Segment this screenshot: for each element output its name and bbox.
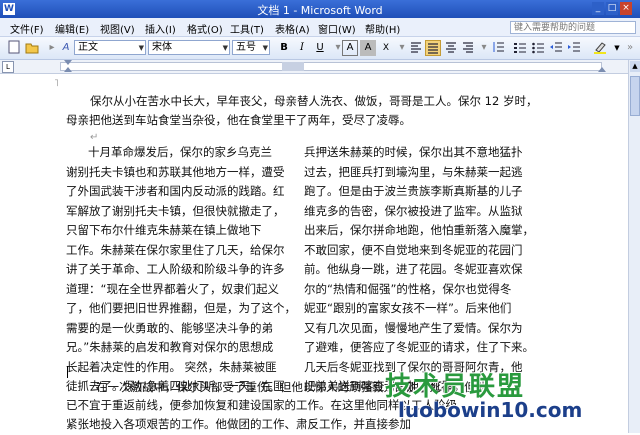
- ruler-scale: [60, 62, 602, 71]
- intro-line-2: 母亲把他送到车站食堂当杂役，他在食堂里干了两年，受尽了凌辱。: [66, 113, 411, 127]
- numbering-icon[interactable]: [512, 40, 528, 56]
- col1-line: 讲了关于革命、工人阶级和阶级斗争的许多: [66, 262, 285, 276]
- chevron-down-icon: ▼: [222, 44, 228, 52]
- document-page[interactable]: ˥ 保尔从小在苦水中长大，早年丧父，母亲替人洗衣、做饭，哥哥是工人。保尔 12 …: [0, 74, 628, 433]
- help-search-input[interactable]: 键入需要帮助的问题: [510, 21, 636, 34]
- col2-line: 又有几次见面，慢慢地产生了爱情。保尔为: [304, 320, 523, 335]
- menu-edit[interactable]: 编辑(E): [55, 21, 89, 36]
- character-scale-button[interactable]: X: [378, 40, 394, 56]
- vertical-scrollbar[interactable]: ▲: [628, 60, 640, 433]
- bold-button[interactable]: B: [276, 40, 292, 56]
- menu-window[interactable]: 窗口(W): [318, 21, 356, 36]
- line-spacing-icon[interactable]: [490, 40, 506, 56]
- chevron-down-icon: ▼: [138, 44, 144, 52]
- margin-mark: ˥: [54, 78, 59, 89]
- close-button[interactable]: ×: [620, 2, 632, 15]
- col1-line: 长起着决定性的作用。 突然，朱赫莱被匪: [66, 359, 277, 374]
- col1-line: 谢别托夫卡镇也和苏联其他地方一样，遭受: [66, 164, 285, 179]
- menu-insert[interactable]: 插入(I): [145, 21, 176, 36]
- col1-line: 道理：“现在全世界都着火了，奴隶们起义: [66, 281, 279, 296]
- col1-line: 只留下布尔什维克朱赫莱在镇上做地下: [66, 223, 262, 237]
- style-value: 正文: [78, 42, 98, 53]
- col2-line: 前。他纵身一跳，进了花园。冬妮亚喜欢保: [304, 262, 523, 276]
- menu-bar: 文件(F) 编辑(E) 视图(V) 插入(I) 格式(O) 工具(T) 表格(A…: [0, 18, 640, 37]
- col1-line: 兄。”朱赫莱的启发和教育对保尔的思想成: [66, 340, 274, 354]
- paragraph-mark: ↵: [90, 132, 99, 143]
- intro-line-1: 保尔从小在苦水中长大，早年丧父，母亲替人洗衣、做饭，哥哥是工人。保尔 12 岁时…: [90, 94, 538, 108]
- menu-help[interactable]: 帮助(H): [365, 21, 400, 36]
- justify-icon[interactable]: [425, 40, 441, 56]
- highlight-icon[interactable]: [592, 40, 608, 56]
- tab-selector-icon[interactable]: L: [2, 61, 14, 73]
- increase-indent-icon[interactable]: [566, 40, 582, 56]
- horizontal-ruler[interactable]: L: [0, 60, 640, 74]
- font-value: 宋体: [152, 42, 172, 53]
- right-indent-marker[interactable]: [598, 67, 606, 72]
- col2-line: 尔的“热情和倔强”的性格，保尔也觉得冬: [304, 281, 512, 296]
- open-folder-icon[interactable]: [24, 40, 40, 56]
- bullets-icon[interactable]: [530, 40, 546, 56]
- toolbar-options-icon[interactable]: »: [622, 40, 638, 56]
- col1-line: 军解放了谢别托夫卡镇，但很快就撤走了，: [66, 203, 285, 218]
- menu-table[interactable]: 表格(A): [275, 21, 310, 36]
- decrease-indent-icon[interactable]: [548, 40, 564, 56]
- first-line-indent-marker[interactable]: [64, 60, 72, 65]
- col2-line: 不敢回家，便不自觉地来到冬妮亚的花园门: [304, 242, 523, 257]
- minimize-button[interactable]: _: [592, 2, 604, 15]
- maximize-button[interactable]: □: [606, 2, 618, 15]
- text-cursor: [67, 366, 68, 378]
- col1-line: 了，他们要把旧世界推翻，但是，为了这个，: [66, 301, 296, 315]
- new-document-icon[interactable]: [6, 40, 22, 56]
- character-border-button[interactable]: A: [342, 40, 358, 56]
- col2-line: 跑了。但是由于波兰贵族李斯真斯基的儿子: [304, 184, 523, 198]
- col2-line: 妮亚“跟别的富家女孩不一样”。后来他们: [304, 301, 512, 315]
- character-shading-button[interactable]: A: [360, 40, 376, 56]
- col2-line: 过去，把匪兵打到壕沟里，与朱赫莱一起逃: [304, 164, 523, 179]
- align-right-icon[interactable]: [460, 40, 476, 56]
- bottom-line: 在一次激战中，保尔头部受了重伤。但他以惊人的顽强毅力战胜了死神。但他: [96, 380, 487, 394]
- column-gap-marker[interactable]: [282, 62, 304, 71]
- col1-line: 需要的是一伙勇敢的、能够坚决斗争的弟: [66, 320, 273, 335]
- underline-button[interactable]: U: [312, 40, 328, 56]
- scroll-thumb[interactable]: [630, 76, 640, 116]
- menu-tools[interactable]: 工具(T): [230, 21, 264, 36]
- col2-line: 兵押送朱赫莱的时候，保尔出其不意地猛扑: [304, 145, 523, 159]
- watermark-url: luobowin10.com: [398, 398, 583, 422]
- scroll-up-icon[interactable]: ▲: [630, 61, 640, 72]
- formatting-toolbar: ▸ A 正文 ▼ 宋体 ▼ 五号 ▼ B I U ▾ A A X ▾ ▾ ▼ »: [0, 37, 640, 60]
- chevron-down-icon: ▼: [262, 44, 268, 52]
- style-select[interactable]: 正文 ▼: [74, 40, 146, 55]
- window-title: 文档 1 - Microsoft Word: [257, 4, 383, 17]
- col1-line: 十月革命爆发后，保尔的家乡乌克兰: [88, 145, 272, 159]
- align-center-icon[interactable]: [443, 40, 459, 56]
- col2-line: 维克多的告密，保尔被投进了监牢。从监狱: [304, 203, 523, 218]
- col1-line: 了外国武装干涉者和国内反动派的践踏。红: [66, 184, 285, 198]
- font-select[interactable]: 宋体 ▼: [148, 40, 230, 55]
- menu-view[interactable]: 视图(V): [100, 21, 135, 36]
- menu-file[interactable]: 文件(F): [10, 21, 44, 36]
- align-left-icon[interactable]: [408, 40, 424, 56]
- col2-line: 出来后，保尔拼命地跑，他怕重新落入魔掌，: [304, 223, 534, 237]
- styles-formatting-icon[interactable]: A: [58, 40, 74, 56]
- hanging-indent-marker[interactable]: [64, 67, 72, 72]
- col2-line: 了避难，便答应了冬妮亚的请求，住了下来。: [304, 340, 534, 354]
- title-bar: W 文档 1 - Microsoft Word _ □ ×: [0, 0, 640, 18]
- col1-line: 工作。朱赫莱在保尔家里住了几天，给保尔: [66, 242, 285, 257]
- font-size-select[interactable]: 五号 ▼: [232, 40, 270, 55]
- italic-button[interactable]: I: [294, 40, 310, 56]
- menu-format[interactable]: 格式(O): [187, 21, 223, 36]
- font-size-value: 五号: [236, 42, 256, 53]
